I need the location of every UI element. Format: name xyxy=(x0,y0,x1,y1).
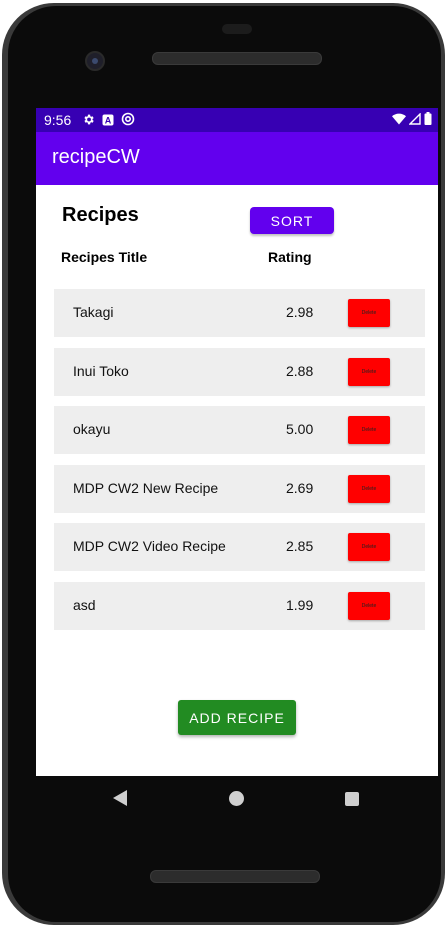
home-icon[interactable] xyxy=(229,791,244,806)
recipe-rating: 1.99 xyxy=(286,596,314,613)
delete-button[interactable]: Delete xyxy=(348,591,390,620)
app-bar: recipeCW xyxy=(36,132,438,185)
recipe-rating: 2.85 xyxy=(286,538,314,554)
wifi-icon xyxy=(392,112,406,128)
recipe-rating: 2.98 xyxy=(286,304,314,320)
delete-button[interactable]: Delete xyxy=(348,299,390,327)
recipe-title: MDP CW2 Video Recipe xyxy=(73,538,226,554)
a-badge-icon: A xyxy=(102,113,114,129)
top-speaker xyxy=(152,52,322,65)
column-header-rating: Rating xyxy=(268,249,312,265)
status-icons-left: A xyxy=(82,112,135,129)
recipe-rating: 2.69 xyxy=(286,479,314,496)
status-bar: 9:56 A xyxy=(36,108,438,132)
delete-button[interactable]: Delete xyxy=(348,416,390,444)
status-icons-right xyxy=(392,112,432,128)
sort-button[interactable]: SORT xyxy=(250,207,334,234)
device-frame: 9:56 A recipeCW Recipes SORT Recipes Tit… xyxy=(0,0,447,927)
recipe-title: okayu xyxy=(73,421,111,437)
recipe-row[interactable]: MDP CW2 Video Recipe 2.85 Delete xyxy=(54,523,425,571)
add-recipe-button[interactable]: ADD RECIPE xyxy=(178,700,296,735)
page-title: Recipes xyxy=(62,204,139,226)
delete-button[interactable]: Delete xyxy=(348,474,390,503)
bottom-speaker xyxy=(150,870,320,883)
recipe-row[interactable]: Inui Toko 2.88 Delete xyxy=(54,347,425,396)
signal-icon xyxy=(408,112,421,128)
at-circle-icon xyxy=(121,112,135,129)
recents-icon[interactable] xyxy=(345,792,359,806)
app-title: recipeCW xyxy=(52,146,140,168)
recipe-list: Takagi 2.98 Delete Inui Toko 2.88 Delete… xyxy=(54,289,425,640)
recipe-title: Takagi xyxy=(73,304,114,320)
recipe-title: Inui Toko xyxy=(73,362,129,379)
earpiece-slot xyxy=(222,24,252,34)
status-time: 9:56 xyxy=(44,112,72,128)
back-icon[interactable] xyxy=(113,790,128,810)
svg-text:A: A xyxy=(105,115,112,125)
delete-button[interactable]: Delete xyxy=(348,357,390,386)
recipe-row[interactable]: okayu 5.00 Delete xyxy=(54,406,425,454)
recipe-title: asd xyxy=(73,596,96,613)
battery-icon xyxy=(424,112,432,128)
gear-icon xyxy=(82,113,95,129)
delete-button[interactable]: Delete xyxy=(348,533,390,561)
app-screen: 9:56 A recipeCW Recipes SORT Recipes Tit… xyxy=(36,108,438,776)
recipe-row[interactable]: Takagi 2.98 Delete xyxy=(54,289,425,337)
recipe-title: MDP CW2 New Recipe xyxy=(73,479,219,496)
recipe-row[interactable]: asd 1.99 Delete xyxy=(54,581,425,630)
recipe-rating: 5.00 xyxy=(286,421,314,437)
front-camera xyxy=(85,51,105,71)
recipe-row[interactable]: MDP CW2 New Recipe 2.69 Delete xyxy=(54,464,425,513)
recipe-rating: 2.88 xyxy=(286,362,314,379)
column-header-title: Recipes Title xyxy=(61,249,148,265)
